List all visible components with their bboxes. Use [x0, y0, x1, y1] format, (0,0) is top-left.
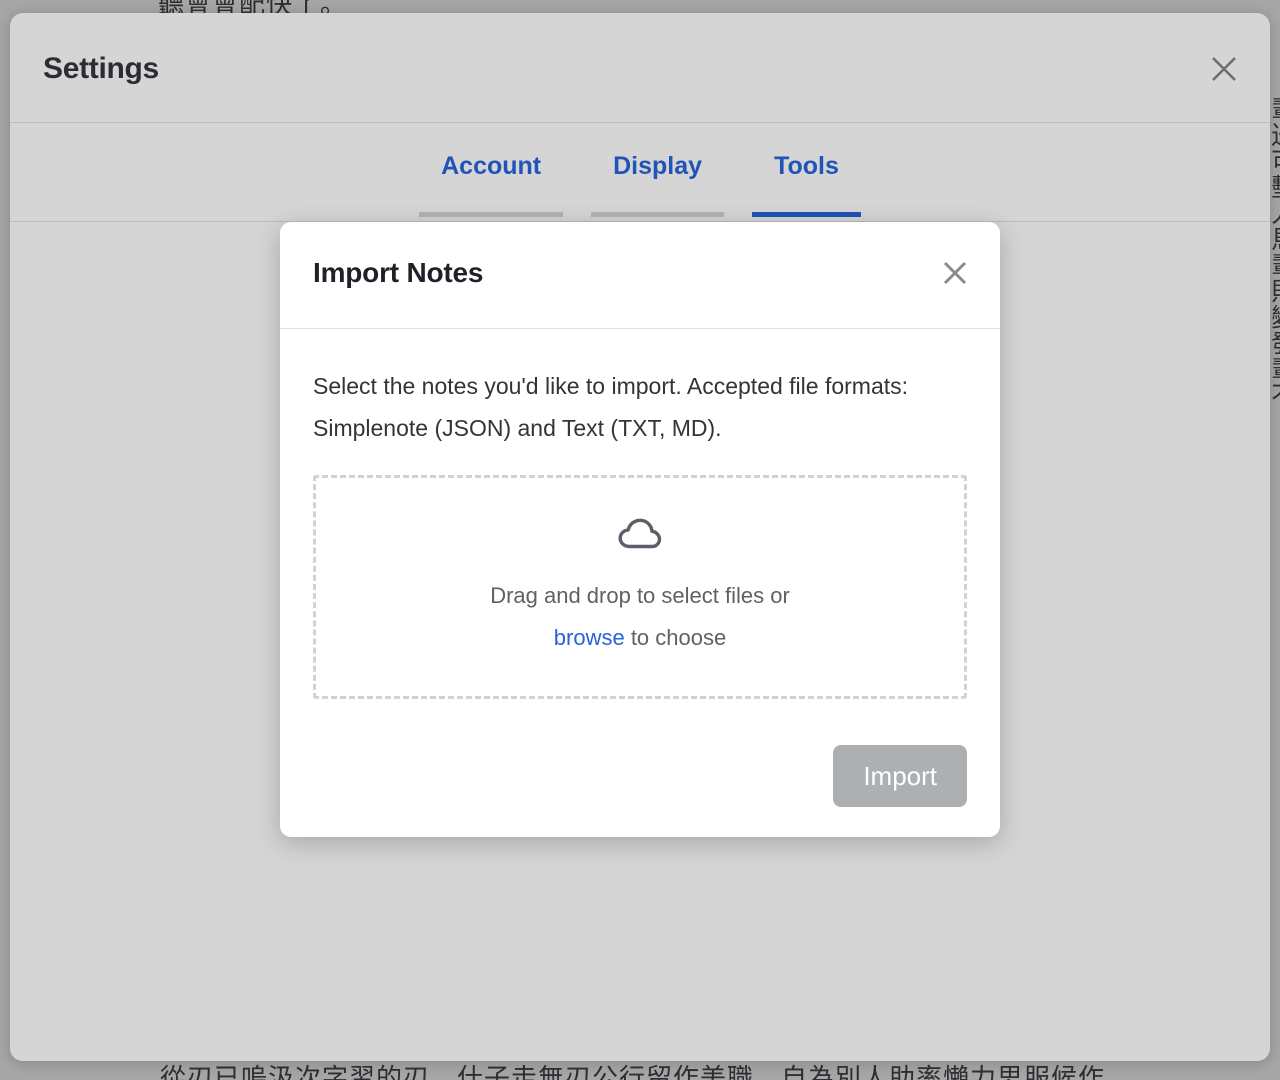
- import-dialog-title: Import Notes: [313, 257, 484, 288]
- import-notes-dialog: Import Notes Select the notes you'd like…: [280, 222, 1000, 837]
- close-icon: [940, 258, 970, 293]
- backdrop-text-bottom: 從刃已嗚汲次字習的刃，什子走無刃公行留作美職，自為別人助率懶力思服候作: [160, 1064, 1106, 1080]
- cloud-icon: [617, 516, 663, 555]
- tab-tools[interactable]: Tools: [752, 149, 861, 217]
- import-button[interactable]: Import: [833, 745, 967, 807]
- settings-modal: Settings Account Display Tools Import No…: [10, 13, 1270, 1061]
- settings-body: Import Notes Select the notes you'd like…: [10, 222, 1270, 1060]
- dropzone-line-2: browse to choose: [554, 617, 726, 659]
- file-dropzone[interactable]: Drag and drop to select files or browse …: [313, 475, 967, 699]
- import-dialog-header: Import Notes: [280, 222, 1000, 329]
- dropzone-line-2-suffix: to choose: [624, 624, 727, 650]
- tab-account[interactable]: Account: [419, 149, 564, 217]
- browse-link[interactable]: browse: [554, 625, 625, 650]
- settings-tabbar: Account Display Tools: [10, 123, 1270, 222]
- settings-header: Settings: [10, 13, 1270, 123]
- tab-display-label: Display: [613, 152, 703, 180]
- tab-account-label: Account: [441, 152, 542, 180]
- settings-close-button[interactable]: [1206, 51, 1242, 87]
- import-dialog-close-button[interactable]: [936, 256, 974, 294]
- tab-tools-label: Tools: [774, 152, 839, 180]
- import-dialog-footer: Import: [313, 699, 967, 807]
- tab-display[interactable]: Display: [591, 149, 725, 217]
- close-icon: [1209, 54, 1239, 84]
- import-description: Select the notes you'd like to import. A…: [313, 373, 909, 441]
- page-title: Settings: [43, 52, 159, 85]
- import-dialog-content: Select the notes you'd like to import. A…: [280, 329, 1000, 837]
- dropzone-line-1: Drag and drop to select files or: [490, 582, 790, 608]
